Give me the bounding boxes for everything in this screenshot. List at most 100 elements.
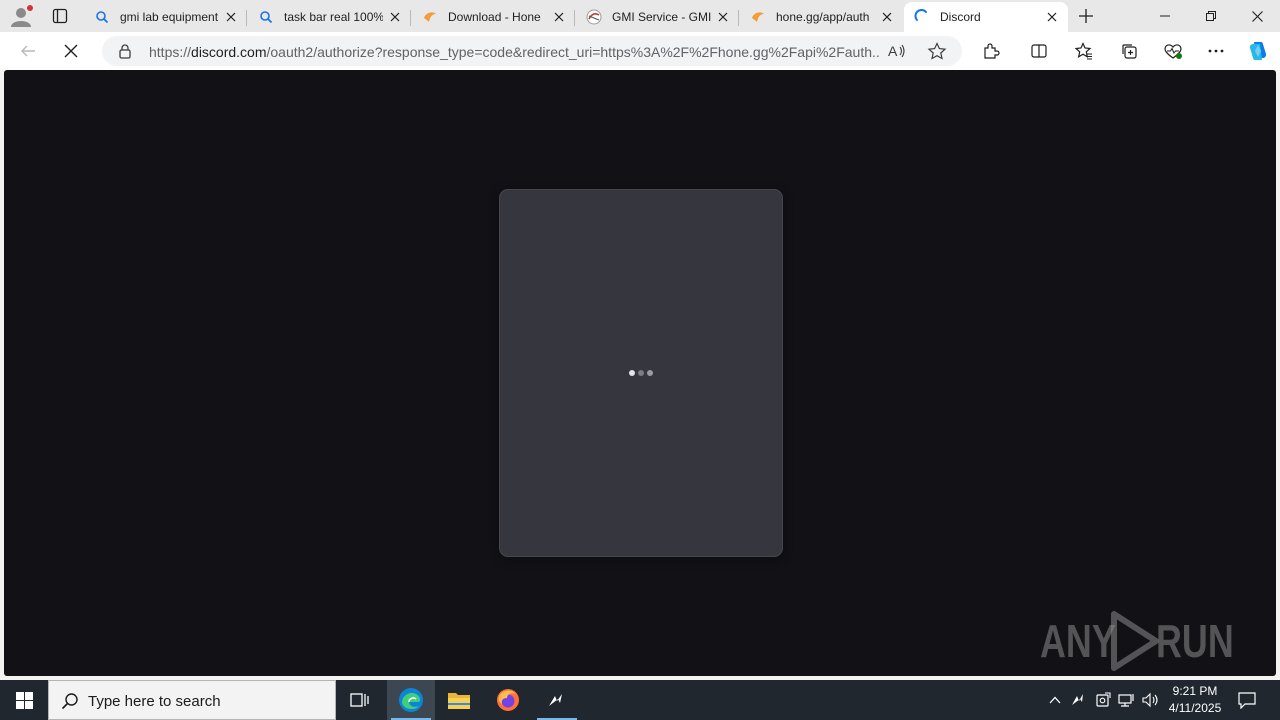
tab-title: hone.gg/app/auth	[776, 10, 870, 24]
tab-strip: gmi lab equipment task bar real 100% Dow…	[0, 0, 1280, 32]
watermark-text-left: ANY	[1040, 615, 1116, 667]
task-view-icon	[350, 693, 369, 707]
tab-gmi-service[interactable]: GMI Service - GMI	[576, 2, 739, 32]
capture-tray-icon	[1096, 692, 1111, 707]
close-tab-icon[interactable]	[879, 9, 895, 25]
lock-icon[interactable]	[117, 43, 133, 59]
restore-button[interactable]	[1188, 0, 1234, 32]
tab-title: gmi lab equipment	[120, 10, 219, 24]
play-triangle-icon	[1111, 611, 1159, 671]
split-screen-button[interactable]	[1025, 38, 1053, 64]
clock-time: 9:21 PM	[1172, 684, 1218, 698]
firefox-icon	[497, 689, 519, 711]
heart-pulse-icon	[1164, 44, 1182, 59]
hone-tray-icon	[1072, 694, 1083, 705]
puzzle-icon	[984, 43, 1000, 59]
back-button[interactable]	[14, 38, 42, 64]
tab-actions-icon	[52, 8, 68, 24]
taskbar-clock[interactable]: 9:21 PM 4/11/2025	[1160, 683, 1230, 717]
svg-text:A: A	[888, 43, 898, 59]
favorites-button[interactable]	[1070, 38, 1098, 64]
close-window-button[interactable]	[1234, 0, 1280, 32]
split-screen-icon	[1031, 44, 1047, 58]
tab-hone-app-auth[interactable]: hone.gg/app/auth	[740, 2, 903, 32]
restore-icon	[1206, 11, 1216, 21]
search-icon	[94, 9, 110, 25]
tab-title: Discord	[940, 10, 981, 24]
tray-network[interactable]	[1117, 690, 1137, 710]
copilot-button[interactable]	[1244, 38, 1272, 64]
minimize-icon	[1160, 15, 1170, 17]
tray-volume[interactable]	[1141, 690, 1161, 710]
profile-icon	[11, 5, 33, 27]
loading-indicator	[629, 370, 653, 376]
taskbar-firefox[interactable]	[484, 680, 532, 720]
address-bar[interactable]: https://discord.com/oauth2/authorize?res…	[102, 36, 962, 66]
url-host: discord.com	[191, 44, 267, 60]
loading-dot	[647, 370, 653, 376]
tab-actions-button[interactable]	[47, 4, 73, 28]
collections-button[interactable]	[1115, 38, 1143, 64]
close-icon	[1251, 10, 1263, 22]
loading-dot	[629, 370, 635, 376]
watermark-text-right: RUN	[1156, 615, 1234, 667]
stop-loading-button[interactable]	[57, 38, 85, 64]
collections-icon	[1122, 44, 1137, 59]
tab-discord[interactable]: Discord	[904, 2, 1068, 32]
action-center-button[interactable]	[1234, 688, 1260, 712]
more-dots-icon	[1208, 49, 1224, 53]
windows-logo-icon	[15, 691, 33, 709]
url-scheme: https://	[149, 44, 192, 60]
volume-icon	[1142, 692, 1158, 708]
favorites-star-icon	[1075, 42, 1092, 60]
notification-icon	[1238, 691, 1256, 709]
gmi-icon	[586, 9, 602, 25]
browser-toolbar: https://discord.com/oauth2/authorize?res…	[0, 32, 1280, 70]
url-text[interactable]: https://discord.com/oauth2/authorize?res…	[149, 44, 879, 60]
close-tab-icon[interactable]	[551, 9, 567, 25]
settings-more-button[interactable]	[1202, 38, 1230, 64]
show-hidden-icons-button[interactable]	[1045, 690, 1065, 710]
extensions-button[interactable]	[977, 38, 1005, 64]
tab-download-hone[interactable]: Download - Hone	[412, 2, 575, 32]
tab-title: Download - Hone	[448, 10, 541, 24]
taskbar-file-explorer[interactable]	[435, 680, 483, 720]
taskbar-search-box[interactable]: Type here to search	[48, 680, 336, 720]
close-tab-icon[interactable]	[223, 9, 239, 25]
loading-dot	[638, 370, 644, 376]
read-aloud-icon[interactable]: A	[887, 42, 907, 60]
new-tab-button[interactable]	[1073, 4, 1099, 28]
task-view-button[interactable]	[336, 680, 384, 720]
tab-task-bar-real[interactable]: task bar real 100%	[248, 2, 411, 32]
back-arrow-icon	[21, 45, 35, 57]
minimize-button[interactable]	[1142, 0, 1188, 32]
copilot-icon	[1249, 42, 1267, 60]
loading-spinner-icon	[914, 9, 930, 25]
stop-icon	[64, 44, 78, 58]
taskbar-edge[interactable]	[387, 680, 435, 720]
search-placeholder: Type here to search	[88, 693, 221, 710]
tray-hone[interactable]	[1069, 690, 1089, 710]
anyrun-watermark: ANY RUN	[1038, 610, 1238, 672]
tab-gmi-lab-equipment[interactable]: gmi lab equipment	[84, 2, 247, 32]
network-icon	[1118, 694, 1134, 707]
taskbar-hone-app[interactable]	[533, 680, 581, 720]
clock-date: 4/11/2025	[1168, 701, 1222, 715]
page-viewport: ANY RUN	[4, 70, 1276, 676]
tab-title: task bar real 100%	[284, 10, 383, 24]
close-tab-icon[interactable]	[1044, 9, 1060, 25]
windows-taskbar: Type here to search 9:21 PM 4/11/2025	[0, 680, 1280, 720]
close-tab-icon[interactable]	[715, 9, 731, 25]
profile-avatar-button[interactable]	[8, 4, 36, 28]
chevron-up-icon	[1049, 696, 1061, 704]
add-favorite-star-icon[interactable]	[927, 42, 947, 60]
hone-icon	[750, 9, 766, 25]
oauth-authorize-card	[499, 189, 783, 557]
hone-icon	[422, 9, 438, 25]
edge-icon	[399, 688, 423, 712]
tray-capture[interactable]	[1093, 690, 1113, 710]
url-path: /oauth2/authorize?response_type=code&red…	[266, 44, 880, 60]
close-tab-icon[interactable]	[387, 9, 403, 25]
start-button[interactable]	[0, 680, 48, 720]
browser-essentials-button[interactable]	[1159, 38, 1187, 64]
